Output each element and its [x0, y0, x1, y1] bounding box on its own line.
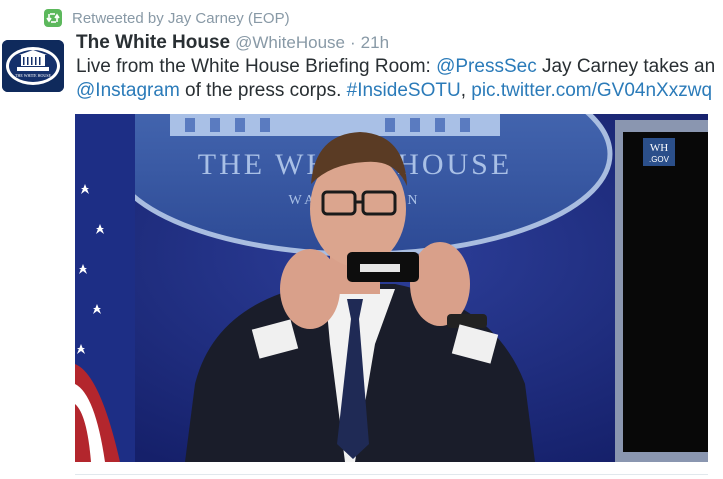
- retweet-context[interactable]: Retweeted by Jay Carney (EOP): [44, 8, 290, 28]
- briefing-room-photo: THE WHITE HOUSE WASHINGTON WH .GOV: [75, 114, 708, 462]
- hashtag-insidesotu-link[interactable]: #InsideSOTU: [347, 80, 461, 101]
- tweet-text-segment: ,: [460, 80, 472, 101]
- retweet-label[interactable]: Retweeted by Jay Carney (EOP): [72, 10, 290, 27]
- retweet-icon: [44, 9, 62, 27]
- tweet-timestamp[interactable]: 21h: [361, 33, 389, 53]
- tweet-text: Live from the White House Briefing Room:…: [76, 55, 716, 103]
- avatar[interactable]: THE WHITE HOUSE: [2, 40, 64, 92]
- header-separator: ·: [349, 33, 356, 52]
- tweet-text-segment: Jay Carney takes an: [536, 56, 716, 77]
- white-house-logo: THE WHITE HOUSE: [2, 40, 64, 92]
- tweet-media-photo[interactable]: THE WHITE HOUSE WASHINGTON WH .GOV: [75, 114, 708, 462]
- tweet-header: The White House @WhiteHouse · 21h: [76, 32, 389, 56]
- pic-twitter-link[interactable]: pic.twitter.com/GV04nXxzwq: [471, 80, 712, 101]
- tweet-divider: [75, 474, 708, 475]
- avatar-logo-text: THE WHITE HOUSE: [15, 73, 51, 78]
- tweet-text-segment: of the press corps.: [179, 80, 347, 101]
- author-handle[interactable]: @WhiteHouse: [235, 33, 345, 53]
- wh-badge-line2: .GOV: [649, 155, 670, 164]
- mention-instagram-link[interactable]: @Instagram: [76, 80, 180, 101]
- author-name[interactable]: The White House: [76, 32, 230, 54]
- mention-presssec-link[interactable]: @PressSec: [436, 56, 537, 77]
- tweet-text-segment: Live from the White House Briefing Room:: [76, 56, 437, 77]
- wh-badge-line1: WH: [650, 142, 668, 154]
